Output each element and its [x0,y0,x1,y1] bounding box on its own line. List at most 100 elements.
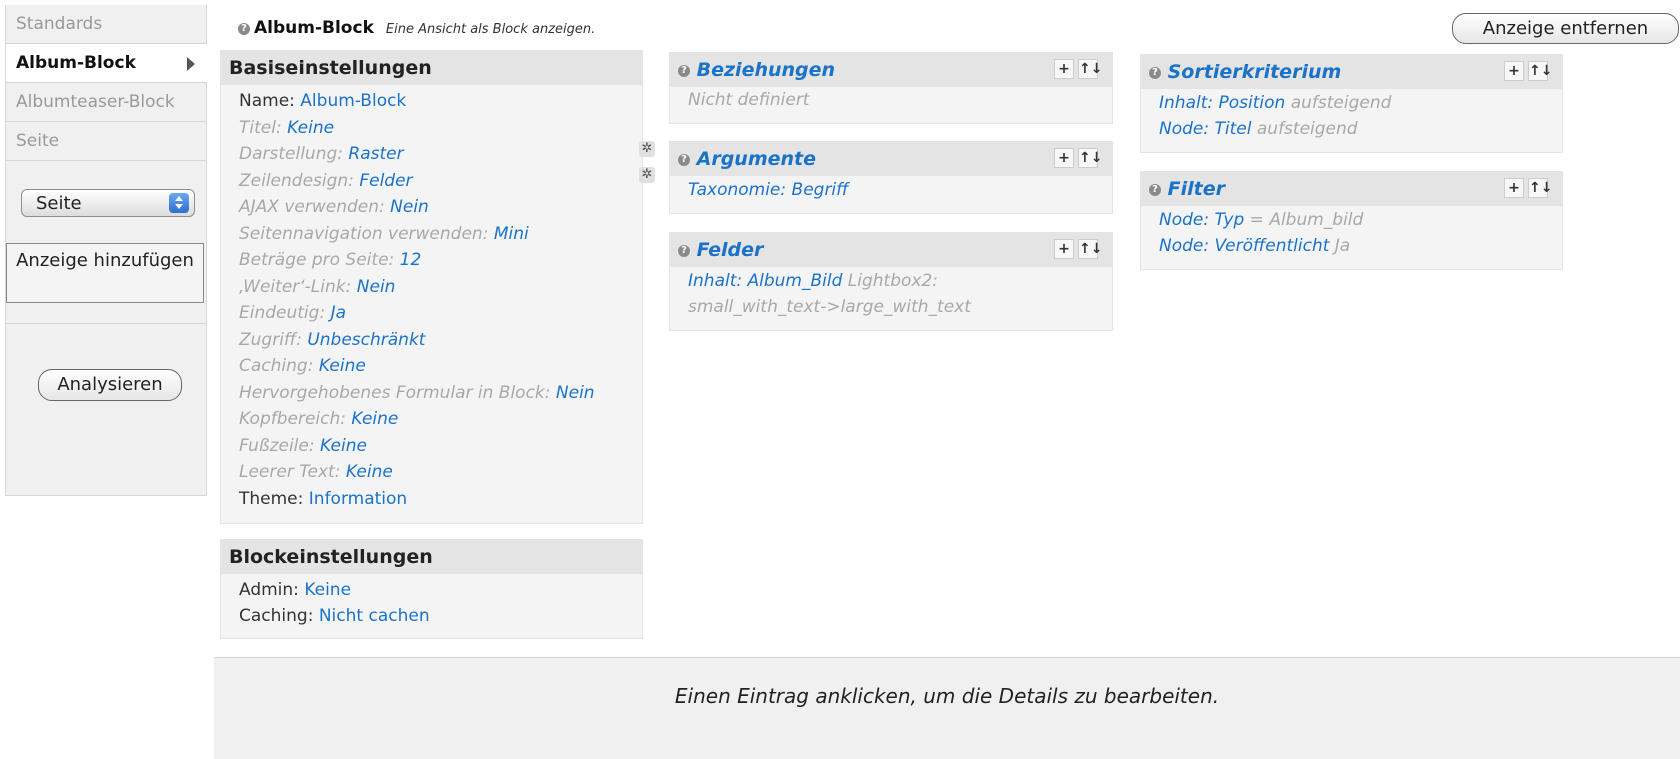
setting-label: Eindeutig: [239,303,326,323]
setting-label: Titel: [239,118,282,138]
display-type-select[interactable]: Seite [21,189,195,217]
setting-theme-link[interactable]: Information [309,489,407,509]
setting-header-link[interactable]: Keine [351,409,398,429]
setting-label: Admin: [239,580,299,600]
sort-item-order: aufsteigend [1290,93,1392,113]
fields-panel: ? Felder + ↑↓ Inhalt: Album_Bild Lightbox… [669,232,1113,331]
sidebar-tab-seite[interactable]: Seite [6,122,206,161]
panel-title-text: Sortierkriterium [1167,61,1342,83]
filter-item-value: = Album_bild [1249,210,1364,230]
add-icon[interactable]: + [1054,239,1074,259]
rearrange-icon[interactable]: ↑↓ [1528,61,1552,81]
panel-title: Basiseinstellungen [229,57,432,79]
panel-title-text: Filter [1167,178,1225,200]
panel-title[interactable]: ? Sortierkriterium [1149,61,1341,83]
setting-row-style-link[interactable]: Felder [359,171,412,191]
empty-text: Nicht definiert [688,90,810,110]
filter-item-link[interactable]: Node: Typ [1159,210,1244,230]
help-icon[interactable]: ? [678,244,690,257]
panel-title-text: Argumente [696,148,817,170]
arguments-panel: ? Argumente + ↑↓ Taxonomie: Begriff [669,141,1113,214]
rearrange-icon[interactable]: ↑↓ [1528,178,1552,198]
details-footer: Einen Eintrag anklicken, um die Details … [214,657,1680,759]
setting-label: Name: [239,91,295,111]
panel-title[interactable]: ? Beziehungen [678,59,835,81]
setting-pager-link[interactable]: Mini [494,224,529,244]
relationships-panel: ? Beziehungen + ↑↓ Nicht definiert [669,52,1113,124]
filter-item-link[interactable]: Node: Veröffentlicht [1159,236,1329,256]
setting-label: Kopfbereich: [239,409,346,429]
help-icon[interactable]: ? [678,153,690,166]
add-icon[interactable]: + [1504,61,1524,81]
field-item-detail: Lightbox2: [847,271,939,291]
setting-more-link[interactable]: Nein [357,277,396,297]
help-icon[interactable]: ? [1149,66,1161,79]
setting-title-link[interactable]: Keine [287,118,334,138]
setting-empty-text-link[interactable]: Keine [346,462,393,482]
rearrange-icon[interactable]: ↑↓ [1078,148,1102,168]
sidebar: Standards Album-Block Albumteaser-Block … [5,5,207,496]
setting-label: Theme: [239,489,304,509]
sidebar-tab-album-block[interactable]: Album-Block [6,44,207,83]
footer-hint: Einen Eintrag anklicken, um die Details … [674,684,1220,708]
remove-display-button[interactable]: Anzeige entfernen [1452,13,1679,44]
panel-title-text: Beziehungen [696,59,836,81]
setting-label: Hervorgehobenes Formular in Block: [239,383,551,403]
setting-label: Caching: [239,606,314,626]
setting-name-link[interactable]: Album-Block [300,91,406,111]
panel-title[interactable]: ? Filter [1149,178,1225,200]
sort-item-link[interactable]: Node: Titel [1159,119,1251,139]
filter-item-value: Ja [1334,236,1351,256]
help-icon[interactable]: ? [678,64,690,77]
setting-label: Fußzeile: [239,436,315,456]
block-caching-link[interactable]: Nicht cachen [319,606,430,626]
setting-style-link[interactable]: Raster [348,144,403,164]
select-arrows-icon [169,193,189,213]
setting-label: AJAX verwenden: [239,197,385,217]
setting-label: Zeilendesign: [239,171,354,191]
setting-label: Caching: [239,356,314,376]
add-icon[interactable]: + [1054,148,1074,168]
argument-item-link[interactable]: Taxonomie: Begriff [688,180,848,200]
add-icon[interactable]: + [1054,59,1074,79]
panel-title[interactable]: ? Argumente [678,148,816,170]
help-icon[interactable]: ? [1149,183,1161,196]
setting-footer-link[interactable]: Keine [320,436,367,456]
arrow-right-icon [187,57,195,71]
sidebar-tab-label: Album-Block [16,53,136,73]
rearrange-icon[interactable]: ↑↓ [1078,59,1102,79]
sort-item-link[interactable]: Inhalt: Position [1159,93,1285,113]
setting-caching-link[interactable]: Keine [319,356,366,376]
setting-label: Leerer Text: [239,462,341,482]
display-description: Eine Ansicht als Block anzeigen. [385,22,596,37]
gear-icon[interactable]: ✲ [639,167,655,183]
setting-items-per-page-link[interactable]: 12 [400,250,422,270]
setting-label: Zugriff: [239,330,302,350]
setting-ajax-link[interactable]: Nein [390,197,429,217]
sort-item-order: aufsteigend [1256,119,1358,139]
display-title: Album-Block [254,18,374,38]
setting-label: Darstellung: [239,144,343,164]
display-type-value: Seite [36,193,82,214]
sidebar-divider [6,323,206,324]
setting-distinct-link[interactable]: Ja [331,303,346,323]
gear-icon[interactable]: ✲ [639,141,655,157]
add-icon[interactable]: + [1504,178,1524,198]
add-display-button[interactable]: Anzeige hinzufügen [6,243,204,303]
field-item-link[interactable]: Inhalt: Album_Bild [688,271,842,291]
setting-access-link[interactable]: Unbeschränkt [307,330,425,350]
setting-exposed-form-link[interactable]: Nein [556,383,595,403]
block-settings-panel: Blockeinstellungen Admin: Keine Caching:… [220,539,643,639]
sidebar-tab-label: Albumteaser-Block [16,92,175,112]
sidebar-tab-standards[interactable]: Standards [6,5,206,44]
sidebar-tab-label: Standards [16,14,103,34]
panel-title[interactable]: ? Felder [678,239,763,261]
block-admin-link[interactable]: Keine [304,580,351,600]
analyze-button[interactable]: Analysieren [38,369,182,401]
field-item-detail: small_with_text->large_with_text [688,297,971,317]
rearrange-icon[interactable]: ↑↓ [1078,239,1102,259]
sidebar-tab-albumteaser-block[interactable]: Albumteaser-Block [6,83,206,122]
help-icon[interactable]: ? [238,22,250,35]
basic-settings-panel: Basiseinstellungen Name: Album-Block Tit… [220,50,655,524]
display-header: ? Album-Block Eine Ansicht als Block anzei… [238,18,595,38]
